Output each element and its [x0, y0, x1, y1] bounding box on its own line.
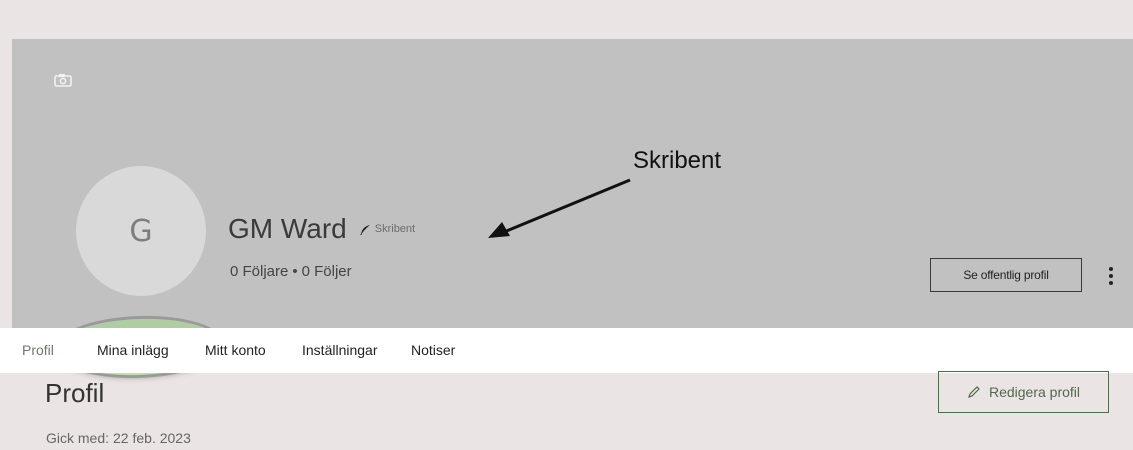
follow-stats: 0 Följare • 0 Följer	[230, 263, 352, 280]
edit-profile-button[interactable]: Redigera profil	[938, 371, 1109, 413]
tab-mina-inlagg[interactable]: Mina inlägg	[97, 342, 169, 358]
feather-icon	[359, 223, 371, 235]
tab-notiser[interactable]: Notiser	[411, 342, 455, 358]
tab-profil[interactable]: Profil	[22, 342, 54, 358]
joined-info: Gick med: 22 feb. 2023	[46, 430, 191, 446]
avatar[interactable]: G	[76, 166, 206, 296]
role-badge: Skribent	[374, 223, 416, 235]
avatar-letter: G	[129, 213, 153, 249]
name-row: GM Ward Skribent	[228, 213, 415, 245]
pencil-icon	[967, 385, 981, 399]
user-name: GM Ward	[228, 213, 347, 244]
profile-tabs: Profil Mina inlägg Mitt konto Inställnin…	[0, 328, 1133, 373]
annotation-label: Skribent	[633, 147, 722, 174]
view-public-profile-button[interactable]: Se offentlig profil	[930, 258, 1082, 292]
page-title: Profil	[45, 378, 105, 408]
vertical-dots-icon[interactable]	[1101, 262, 1121, 290]
profile-cover: G GM Ward Skribent 0 Följare • 0 Följer …	[12, 39, 1133, 328]
annotation-arrow	[488, 178, 631, 238]
tab-mitt-konto[interactable]: Mitt konto	[205, 342, 266, 358]
followers-count[interactable]: 0 Följare	[230, 263, 288, 280]
joined-label: Gick med:	[46, 430, 110, 446]
following-count[interactable]: 0 Följer	[302, 263, 352, 280]
camera-icon[interactable]	[54, 73, 72, 87]
stats-separator: •	[292, 263, 298, 280]
tab-installningar[interactable]: Inställningar	[302, 342, 378, 358]
joined-date: 22 feb. 2023	[113, 430, 191, 446]
edit-profile-label: Redigera profil	[988, 384, 1081, 400]
